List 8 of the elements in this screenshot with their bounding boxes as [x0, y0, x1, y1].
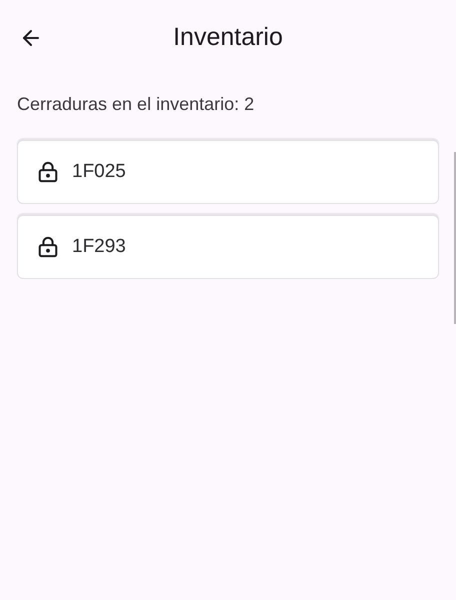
lock-count-text: Cerraduras en el inventario: 2: [17, 93, 256, 116]
lock-card[interactable]: 1F025: [17, 140, 439, 204]
page-title: Inventario: [173, 22, 283, 54]
lock-icon: [37, 161, 59, 183]
lock-code: 1F293: [72, 234, 126, 259]
lock-code: 1F025: [72, 160, 126, 184]
lock-card[interactable]: 1F293: [17, 215, 439, 279]
lock-icon: [37, 236, 59, 258]
